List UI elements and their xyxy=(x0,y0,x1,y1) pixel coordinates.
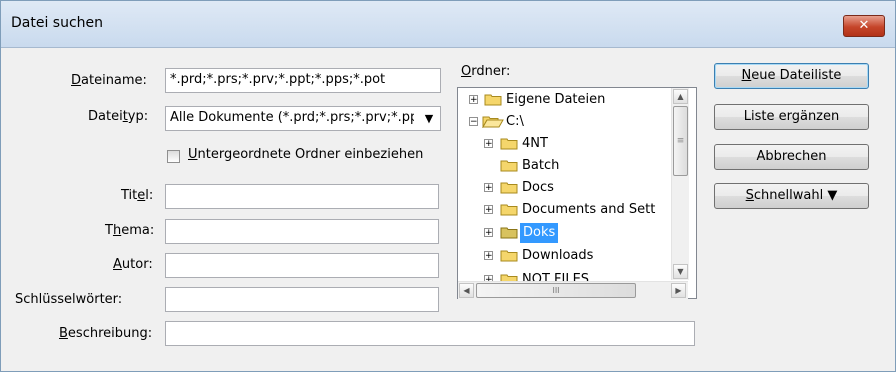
keywords-label: Schlüsselwörter: xyxy=(15,292,123,307)
expand-icon[interactable]: + xyxy=(484,205,493,215)
window-title: Datei suchen xyxy=(11,15,104,31)
title-bar[interactable]: Datei suchen ✕ xyxy=(1,1,895,48)
tree-item[interactable]: + 4NT xyxy=(458,134,670,154)
title-field[interactable] xyxy=(165,184,439,209)
folder-icon xyxy=(500,204,518,216)
filetype-value: Alle Dokumente (*.prd;*.prs;*.prv;*.pp xyxy=(170,110,414,125)
tree-item[interactable]: − C:\ xyxy=(458,112,670,132)
subfolders-checkbox[interactable] xyxy=(167,150,180,163)
tree-item[interactable]: + Eigene Dateien xyxy=(458,90,670,110)
filetype-label: Dateityp: xyxy=(88,109,149,124)
folder-icon xyxy=(500,138,518,150)
folder-icon xyxy=(500,250,518,262)
folder-tree[interactable]: + Eigene Dateien − C:\ + 4NT Batch + Doc… xyxy=(457,87,697,299)
tree-item-label: Documents and Sett xyxy=(522,202,656,217)
tree-item-label: Batch xyxy=(522,158,560,173)
expand-icon[interactable]: + xyxy=(484,183,493,193)
close-button[interactable]: ✕ xyxy=(843,15,885,37)
expand-icon[interactable]: + xyxy=(484,139,493,149)
tree-item-selected[interactable]: + Doks xyxy=(458,223,670,243)
open-folder-icon xyxy=(482,116,504,128)
filename-field[interactable]: *.prd;*.prs;*.prv;*.ppt;*.pps;*.pot xyxy=(165,68,441,93)
tree-item-label: Eigene Dateien xyxy=(506,92,606,107)
tree-item-label: C:\ xyxy=(506,114,524,129)
folder-label: Ordner: xyxy=(461,64,511,79)
scroll-up-icon[interactable]: ▲ xyxy=(673,89,688,104)
tree-item[interactable]: Batch xyxy=(458,156,670,176)
folder-icon xyxy=(500,227,518,239)
filename-label: Dateiname: xyxy=(71,73,147,88)
author-field[interactable] xyxy=(165,253,439,278)
expand-icon[interactable]: + xyxy=(469,95,478,105)
filetype-combo[interactable]: Alle Dokumente (*.prd;*.prs;*.prv;*.pp ▼ xyxy=(165,106,441,131)
tree-item-label: 4NT xyxy=(522,136,548,151)
append-list-button[interactable]: Liste ergänzen xyxy=(714,104,869,130)
folder-icon xyxy=(500,160,518,172)
tree-item-label: Docs xyxy=(522,180,554,195)
tree-item[interactable]: + Downloads xyxy=(458,246,670,266)
tree-item-label: Downloads xyxy=(522,248,594,263)
subject-field[interactable] xyxy=(165,219,439,244)
subject-label: Thema: xyxy=(105,223,155,238)
cancel-button[interactable]: Abbrechen xyxy=(714,144,869,170)
horizontal-scroll-thumb[interactable]: III xyxy=(476,283,636,298)
quick-select-button[interactable]: Schnellwahl ▼ xyxy=(714,183,869,209)
folder-icon xyxy=(484,94,502,106)
dialog-window: Datei suchen ✕ Dateiname: *.prd;*.prs;*.… xyxy=(0,0,896,372)
tree-item-label: Doks xyxy=(520,223,559,243)
title-label: Titel: xyxy=(121,188,154,203)
subfolders-label[interactable]: Untergeordnete Ordner einbeziehen xyxy=(188,147,423,162)
collapse-icon[interactable]: − xyxy=(469,117,478,127)
folder-icon xyxy=(500,182,518,194)
keywords-field[interactable] xyxy=(165,287,439,312)
scroll-right-icon[interactable]: ▶ xyxy=(671,283,686,298)
expand-icon[interactable]: + xyxy=(484,228,493,238)
description-field[interactable] xyxy=(165,321,695,346)
dropdown-arrow-icon[interactable]: ▼ xyxy=(418,107,440,130)
scroll-down-icon[interactable]: ▼ xyxy=(673,264,688,279)
tree-item[interactable]: + Documents and Sett xyxy=(458,200,670,220)
new-list-button[interactable]: Neue Dateiliste xyxy=(714,63,869,89)
vertical-scrollbar[interactable]: ▲ ≡ ▼ xyxy=(671,88,689,280)
scroll-left-icon[interactable]: ◀ xyxy=(459,283,474,298)
vertical-scroll-thumb[interactable]: ≡ xyxy=(673,106,688,176)
horizontal-scrollbar[interactable]: ◀ III ▶ xyxy=(458,281,688,299)
author-label: Autor: xyxy=(113,257,153,272)
expand-icon[interactable]: + xyxy=(484,251,493,261)
tree-item[interactable]: + Docs xyxy=(458,178,670,198)
description-label: Beschreibung: xyxy=(59,326,153,341)
close-icon: ✕ xyxy=(858,18,870,33)
